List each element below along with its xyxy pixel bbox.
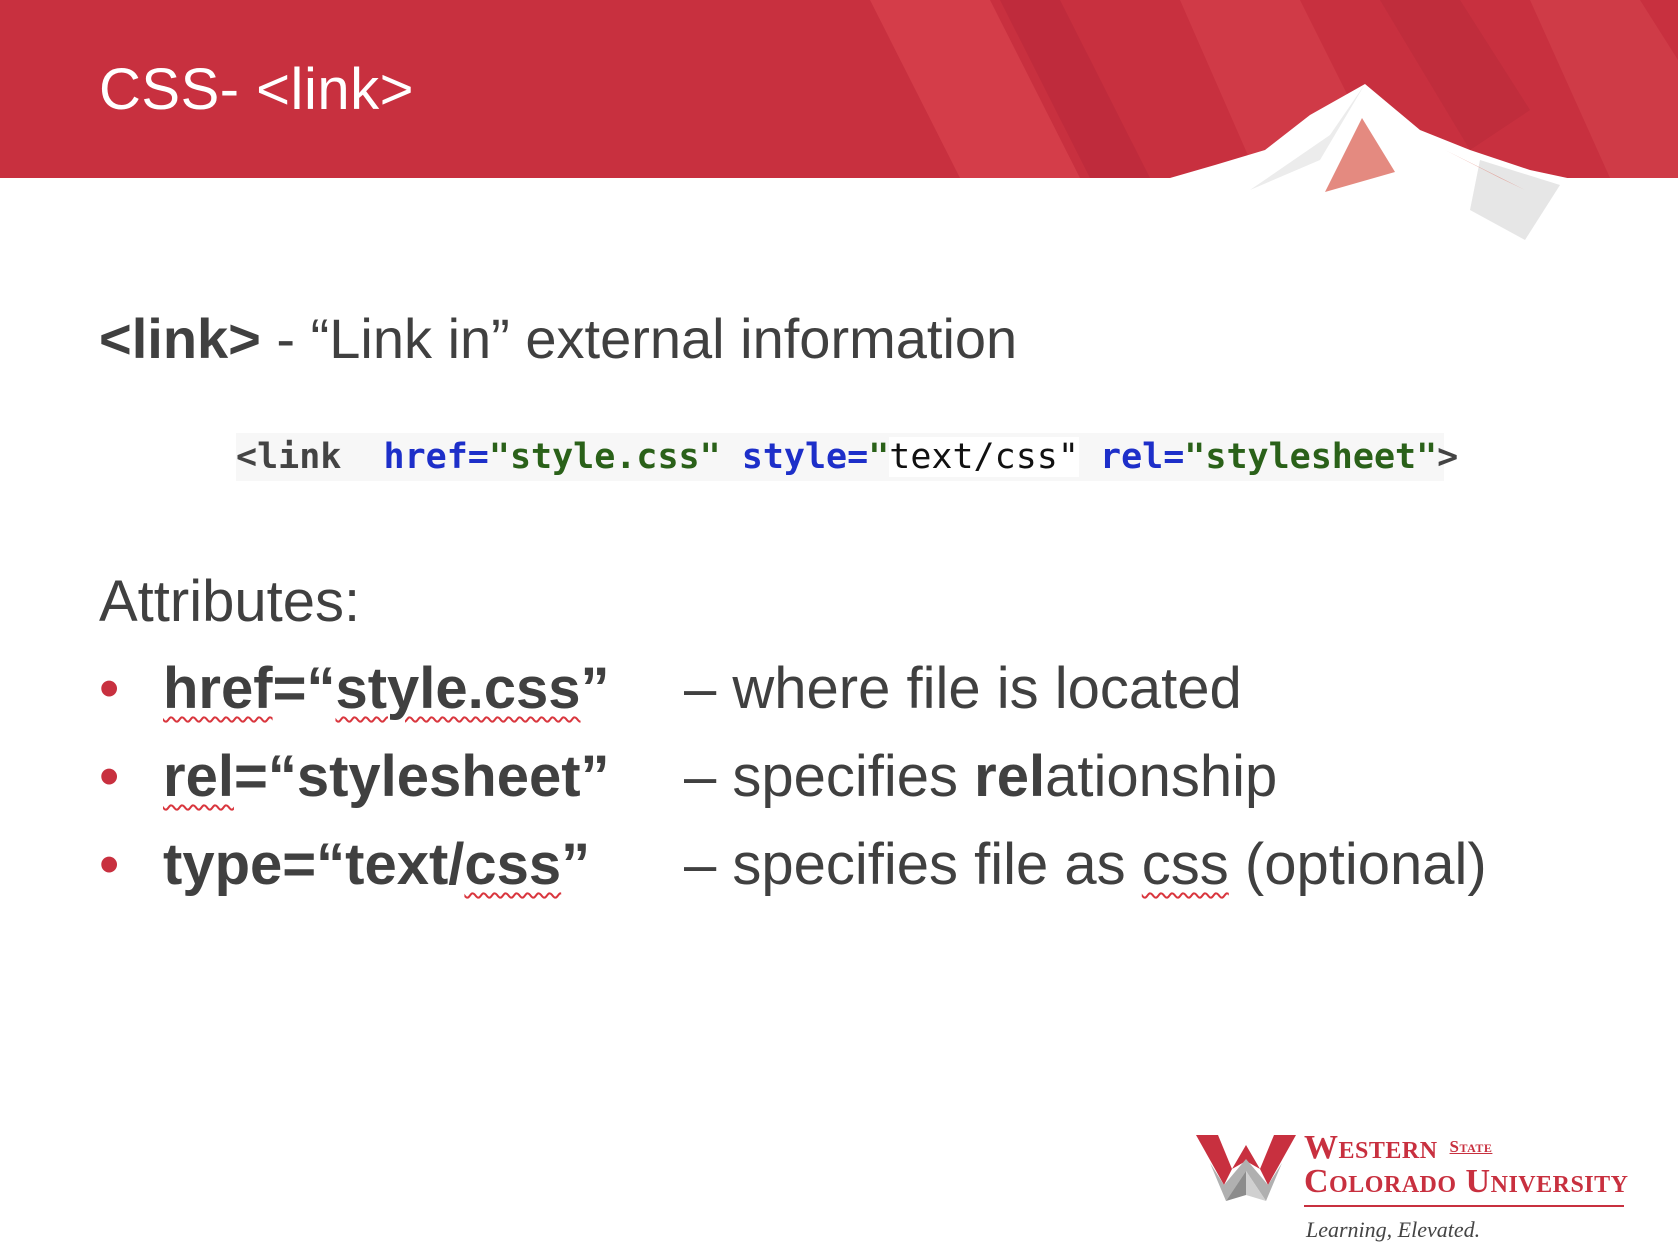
code-tag-close: > [1437, 437, 1459, 477]
university-logo-icon [1196, 1135, 1296, 1201]
code-style-attr: style= [741, 437, 869, 477]
logo-state: State [1449, 1137, 1493, 1156]
attribute-name: href=“style.css” [163, 655, 610, 722]
attribute-name-mid: =“stylesheet” [233, 744, 610, 809]
description-pre: – specifies [684, 744, 975, 809]
attribute-name-prefix: type=“text/ [163, 832, 465, 897]
attribute-row-rel: • rel=“stylesheet” – specifies relations… [99, 743, 1599, 813]
attribute-name-suffix: ” [561, 832, 591, 897]
subtitle: <link> - “Link in” external information [99, 306, 1017, 371]
attribute-name: type=“text/css” [163, 831, 590, 898]
logo-western: Western [1304, 1129, 1438, 1166]
attribute-name-value: css [464, 832, 562, 897]
code-href-value: "style.css" [488, 437, 721, 477]
code-tag-open: <link [236, 437, 342, 477]
attribute-description: – specifies relationship [684, 743, 1277, 810]
code-style-quote: " [868, 437, 890, 477]
description-post: ationship [1045, 744, 1278, 809]
attribute-name: rel=“stylesheet” [163, 743, 610, 810]
code-style-value: text/css" [889, 437, 1079, 477]
attributes-heading: Attributes: [99, 569, 361, 634]
university-logo: Western State Colorado University Learnin… [1304, 1130, 1629, 1243]
bullet: • [99, 656, 120, 721]
code-snippet: <link href="style.css" style="text/css" … [236, 433, 1458, 481]
attribute-row-href: • href=“style.css” – where file is locat… [99, 655, 1599, 725]
header-banner [0, 0, 1678, 260]
subtitle-tag: <link> [99, 307, 261, 370]
attribute-description: – specifies file as css (optional) [684, 831, 1487, 898]
subtitle-text: - “Link in” external information [260, 307, 1018, 370]
logo-line-1: Western State [1304, 1130, 1629, 1165]
logo-divider [1304, 1205, 1624, 1207]
attribute-name-prefix: href [163, 656, 273, 721]
logo-tagline: Learning, Elevated. [1306, 1217, 1481, 1242]
bullet: • [99, 744, 120, 809]
description-post: (optional) [1228, 832, 1487, 897]
slide-title: CSS- <link> [99, 57, 414, 122]
code-rel-attr: rel= [1100, 437, 1185, 477]
description-squiggle: css [1141, 832, 1229, 897]
description-pre: – specifies file as [684, 832, 1142, 897]
slide: CSS- <link> <link> - “Link in” external … [0, 0, 1678, 1258]
attribute-row-type: • type=“text/css” – specifies file as cs… [99, 831, 1599, 901]
code-rel-value: "stylesheet" [1184, 437, 1438, 477]
logo-line-2: Colorado University [1304, 1163, 1629, 1200]
attribute-name-value: style.css [335, 656, 581, 721]
bullet: • [99, 832, 120, 897]
attribute-description: – where file is located [684, 656, 1242, 721]
description-bold: rel [974, 744, 1046, 809]
attribute-name-suffix: ” [580, 656, 610, 721]
code-href-attr: href= [383, 437, 489, 477]
attribute-name-mid: =“ [272, 656, 336, 721]
attribute-name-prefix: rel [163, 744, 234, 809]
